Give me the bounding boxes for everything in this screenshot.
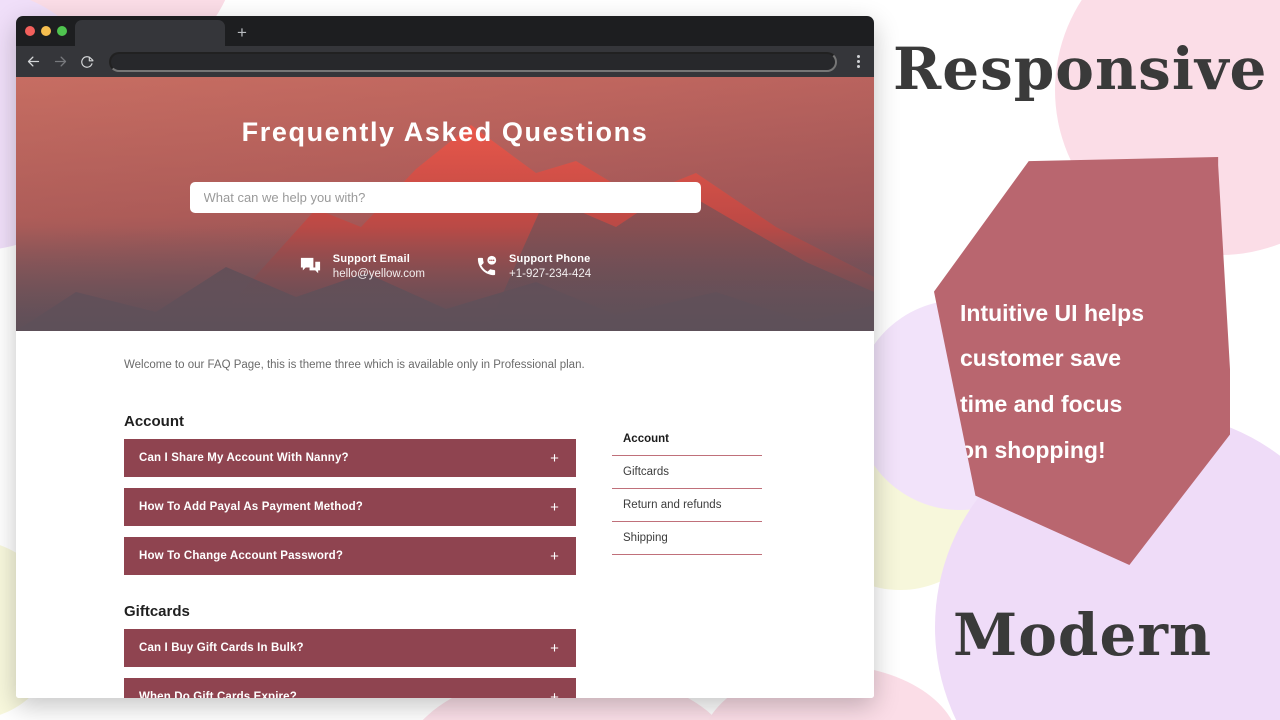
plus-icon: + <box>550 547 559 565</box>
support-phone-block: Support Phone +1-927-234-424 <box>475 253 591 280</box>
faq-accordion-item[interactable]: Can I Share My Account With Nanny? + <box>124 439 576 477</box>
support-contacts: Support Email hello@yellow.com Support P… <box>16 253 874 280</box>
maximize-window-button[interactable] <box>57 26 67 36</box>
browser-window: + Frequently Asked Questions What can we… <box>16 16 874 698</box>
nav-item-account[interactable]: Account <box>612 423 762 456</box>
faq-hero-banner: Frequently Asked Questions Suppo <box>16 77 874 331</box>
forward-arrow-icon[interactable] <box>51 53 69 71</box>
plus-icon: + <box>550 498 559 516</box>
support-email-value: hello@yellow.com <box>332 268 426 280</box>
group-title: Giftcards <box>124 603 190 620</box>
nav-item-return-and-refunds[interactable]: Return and refunds <box>612 489 762 522</box>
group-title: Account <box>124 413 184 430</box>
faq-question: Can I Share My Account With Nanny? <box>139 452 349 464</box>
support-phone-label: Support Phone <box>509 253 591 265</box>
hero-content: Frequently Asked Questions Suppo <box>16 77 874 280</box>
chat-bubbles-icon <box>299 255 322 278</box>
plus-icon: + <box>550 688 559 699</box>
new-tab-button[interactable]: + <box>228 20 256 46</box>
faq-question: When Do Gift Cards Expire? <box>139 691 297 698</box>
faq-accordion-item[interactable]: How To Change Account Password? + <box>124 537 576 575</box>
faq-accordion-item[interactable]: When Do Gift Cards Expire? + <box>124 678 576 698</box>
browser-tab[interactable] <box>75 20 225 46</box>
page-title: Frequently Asked Questions <box>241 117 649 147</box>
support-email-block: Support Email hello@yellow.com <box>299 253 425 280</box>
search-input[interactable] <box>189 182 701 213</box>
browser-toolbar <box>16 46 874 77</box>
faq-question: How To Change Account Password? <box>139 550 343 562</box>
plus-icon: + <box>550 639 559 657</box>
support-phone-text: Support Phone +1-927-234-424 <box>509 253 591 280</box>
callout-line: on shopping! <box>960 436 1106 463</box>
faq-group-account: Account Can I Share My Account With Nann… <box>124 413 576 575</box>
callout-line: time and focus <box>960 391 1123 417</box>
page-viewport: Frequently Asked Questions Suppo <box>16 77 874 698</box>
nav-item-giftcards[interactable]: Giftcards <box>612 456 762 489</box>
faq-accordion-item[interactable]: How To Add Payal As Payment Method? + <box>124 488 576 526</box>
faq-question: Can I Buy Gift Cards In Bulk? <box>139 642 304 654</box>
faq-question: How To Add Payal As Payment Method? <box>139 501 363 513</box>
promo-callout-text: Intuitive UI helps customer save time an… <box>934 291 1166 473</box>
address-bar[interactable] <box>109 51 837 72</box>
faq-group-giftcards: Giftcards Can I Buy Gift Cards In Bulk? … <box>124 603 576 698</box>
faq-accordion-column: Account Can I Share My Account With Nann… <box>124 413 576 698</box>
back-arrow-icon[interactable] <box>24 53 42 71</box>
faq-search-wrapper <box>16 182 874 213</box>
close-window-button[interactable] <box>25 26 35 36</box>
callout-line: customer save <box>960 345 1122 372</box>
minimize-window-button[interactable] <box>41 26 51 36</box>
plus-icon: + <box>550 449 559 467</box>
reload-icon[interactable] <box>78 53 96 71</box>
browser-tabstrip: + <box>16 16 874 46</box>
welcome-text: Welcome to our FAQ Page, this is theme t… <box>124 359 585 371</box>
faq-category-nav: Account Giftcards Return and refunds Shi… <box>612 413 762 698</box>
kebab-menu-icon[interactable] <box>850 55 866 68</box>
window-controls <box>25 16 75 46</box>
faq-columns: Account Can I Share My Account With Nann… <box>16 413 874 698</box>
faq-content: Welcome to our FAQ Page, this is theme t… <box>16 331 874 698</box>
support-email-label: Support Email <box>332 253 410 265</box>
support-email-text: Support Email hello@yellow.com <box>333 253 425 280</box>
promo-headline-responsive: Responsive <box>893 35 1268 103</box>
phone-chat-icon <box>475 255 498 278</box>
callout-line: Intuitive UI helps <box>960 299 1145 326</box>
promo-headline-modern: Modern <box>953 601 1213 669</box>
faq-accordion-item[interactable]: Can I Buy Gift Cards In Bulk? + <box>124 629 576 667</box>
nav-item-shipping[interactable]: Shipping <box>612 522 762 555</box>
support-phone-value: +1-927-234-424 <box>509 268 592 280</box>
